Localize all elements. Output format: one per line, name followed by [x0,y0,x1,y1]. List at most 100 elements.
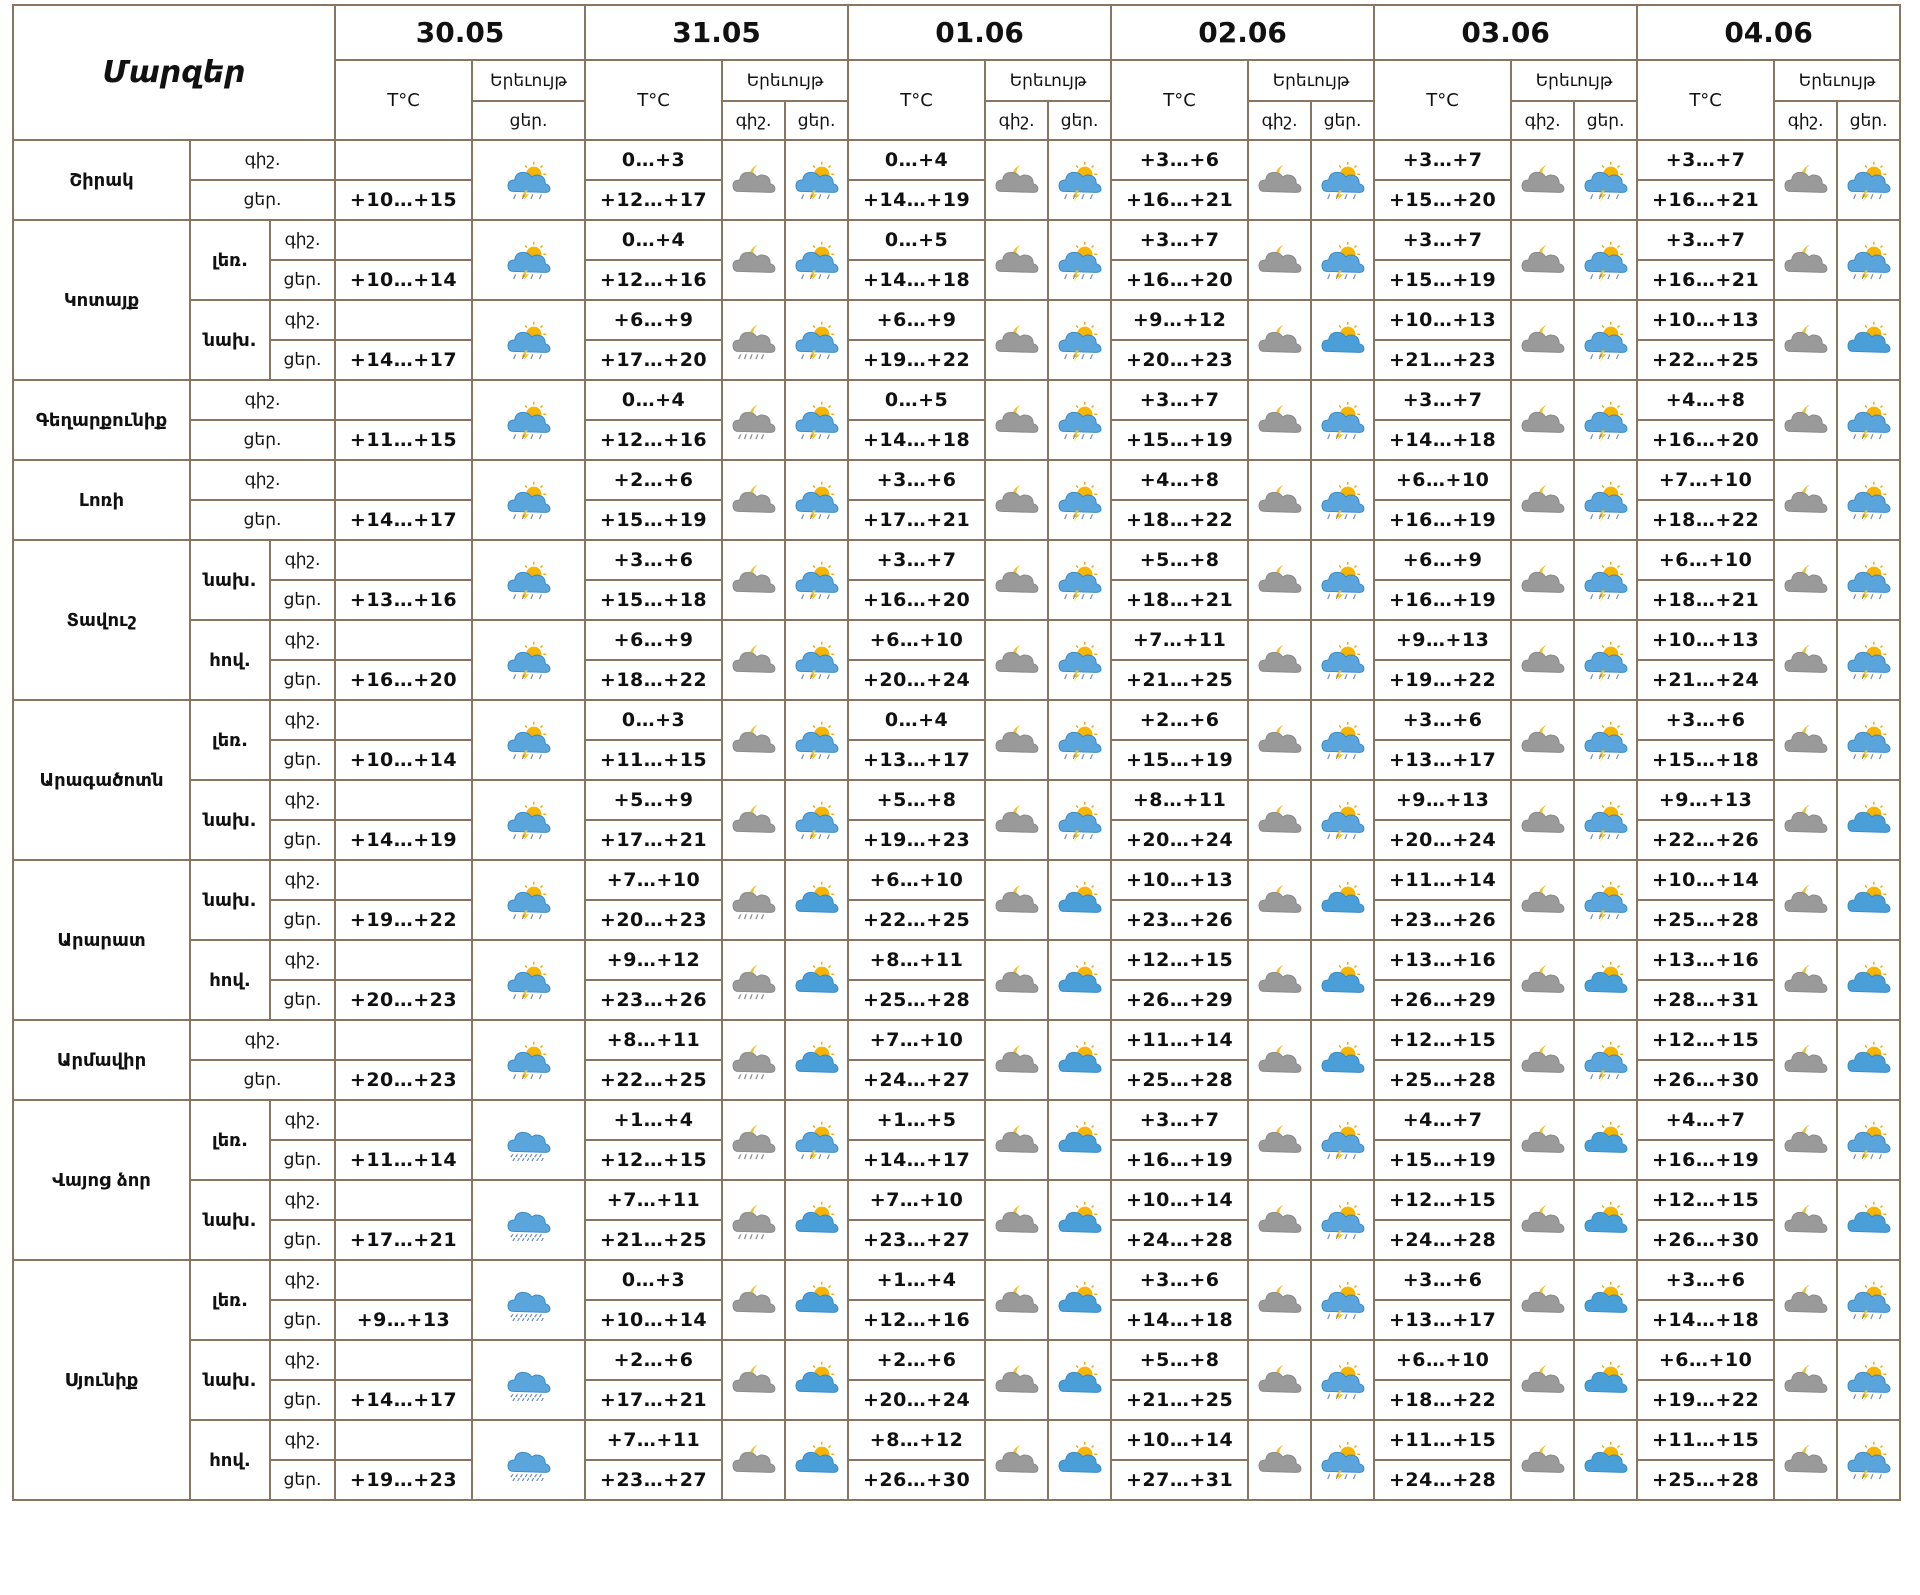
cloud-moon-icon [1510,939,1576,1021]
day-temperature: +16…+21 [1636,259,1776,301]
storm-sun-icon [1836,699,1902,781]
cloud-moon-icon [995,324,1039,353]
night-label: գիշ. [268,1099,337,1141]
temperature-header: T°C [1636,59,1776,141]
cloud-moon-icon [1521,1444,1565,1473]
cloud-moon-icon [995,484,1039,513]
day-temperature: +22…+25 [847,899,987,941]
night-temperature: +12…+15 [1373,1019,1513,1061]
cloud-moon-icon [1784,1124,1828,1153]
day-label: ցեր. [268,1459,337,1501]
night-temperature [334,1019,474,1061]
storm-sun-icon [795,481,839,521]
zone-name: նախ. [189,539,271,621]
temperature-header: T°C [584,59,724,141]
night-temperature: +6…+9 [1373,539,1513,581]
storm-sun-icon [1847,1121,1891,1161]
night-temperature: +6…+10 [1373,1339,1513,1381]
cloud-moon-icon [1521,324,1565,353]
partly-cloudy-icon [1310,859,1376,941]
cloud-moon-icon [1258,1044,1302,1073]
day-temperature: +20…+24 [1110,819,1250,861]
storm-sun-icon [1847,401,1891,441]
storm-sun-icon [507,321,551,361]
cloud-moon-icon [1773,859,1839,941]
cloud-moon-icon [995,164,1039,193]
storm-sun-icon [1310,1419,1376,1501]
storm-sun-icon [1584,641,1628,681]
day-temperature: +18…+21 [1110,579,1250,621]
storm-sun-icon [784,699,850,781]
cloud-moon-icon [1258,324,1302,353]
table-row: Գեղարքունիք գիշ. 0…+4 0…+5 +3…+7 +3…+7 +4…+8 [12,379,1902,461]
night-temperature: +10…+14 [1110,1419,1250,1461]
temperature-header: T°C [847,59,987,141]
storm-sun-icon [1058,241,1102,281]
cloud-moon-icon [1773,299,1839,381]
day-temperature: +25…+28 [1373,1059,1513,1101]
night-label: գիշ. [188,139,337,181]
day-temperature: +17…+21 [584,819,724,861]
storm-sun-icon [1573,139,1639,221]
table-row: նախ. գիշ. +2…+6 +2…+6 +5…+8 +6…+10 +6…+10 [13,1339,1902,1421]
day-temperature: +14…+18 [1373,419,1513,461]
night-temperature: +9…+13 [1373,779,1513,821]
rain-cloud-icon [507,1131,551,1161]
cloud-moon-icon [1784,964,1828,993]
day-label: ցեր. [188,419,337,461]
region-name: Գեղարքունիք [12,379,191,461]
partly-cloudy-icon [1321,881,1365,913]
cloud-moon-icon [1521,564,1565,593]
cloud-moon-icon [1247,1099,1313,1181]
cloud-moon-icon [1784,1444,1828,1473]
zone-name: հով. [189,939,271,1021]
cloud-moon-icon [1510,139,1576,221]
region-name: Վայոց ձոր [12,1099,191,1261]
partly-cloudy-icon [1584,1201,1628,1233]
storm-sun-icon [1321,1441,1365,1481]
day-temperature: +11…+15 [584,739,724,781]
night-temperature: +3…+6 [1110,1259,1250,1301]
cloud-moon-icon [721,1339,787,1421]
storm-sun-icon [1584,721,1628,761]
storm-sun-icon [795,1121,839,1161]
day-temperature: +13…+16 [334,579,474,621]
day-temperature: +26…+30 [1636,1219,1776,1261]
cloud-moon-icon [1784,1364,1828,1393]
storm-sun-icon [1573,219,1639,301]
cloud-moon-icon [1247,1419,1313,1501]
partly-cloudy-icon [1836,859,1902,941]
zone-name: նախ. [189,1179,271,1261]
day-temperature: +15…+18 [1636,739,1776,781]
cloud-moon-icon [721,139,787,221]
rain-moon-icon [732,1124,776,1160]
cloud-moon-icon [1784,244,1828,273]
storm-sun-icon [795,321,839,361]
day-temperature: +16…+20 [334,659,474,701]
region-name: Սյունիք [12,1259,191,1501]
night-temperature [334,379,474,421]
storm-sun-icon [1047,539,1113,621]
storm-sun-icon [784,619,850,701]
storm-sun-icon [507,241,551,281]
cloud-moon-icon [721,619,787,701]
day-temperature: +24…+28 [1110,1219,1250,1261]
storm-sun-icon [1047,299,1113,381]
day-header: ցեր. [1047,100,1113,141]
night-temperature: +10…+14 [1110,1179,1250,1221]
cloud-moon-icon [732,644,776,673]
cloud-moon-icon [1510,619,1576,701]
day-temperature: +26…+30 [847,1459,987,1501]
cloud-moon-icon [984,779,1050,861]
storm-sun-icon [784,139,850,221]
table-row: Վայոց ձոր լեռ. գիշ. +1…+4 +1…+5 +3…+7 +4…+7 +4…… [12,1099,1902,1261]
night-temperature [334,1259,474,1301]
night-temperature: +6…+9 [847,299,987,341]
day-temperature: +16…+21 [1110,179,1250,221]
storm-sun-icon [1310,219,1376,301]
storm-sun-icon [1573,779,1639,861]
night-temperature: 0…+4 [847,139,987,181]
night-temperature: +6…+10 [847,859,987,901]
storm-sun-icon [795,721,839,761]
cloud-moon-icon [995,1204,1039,1233]
